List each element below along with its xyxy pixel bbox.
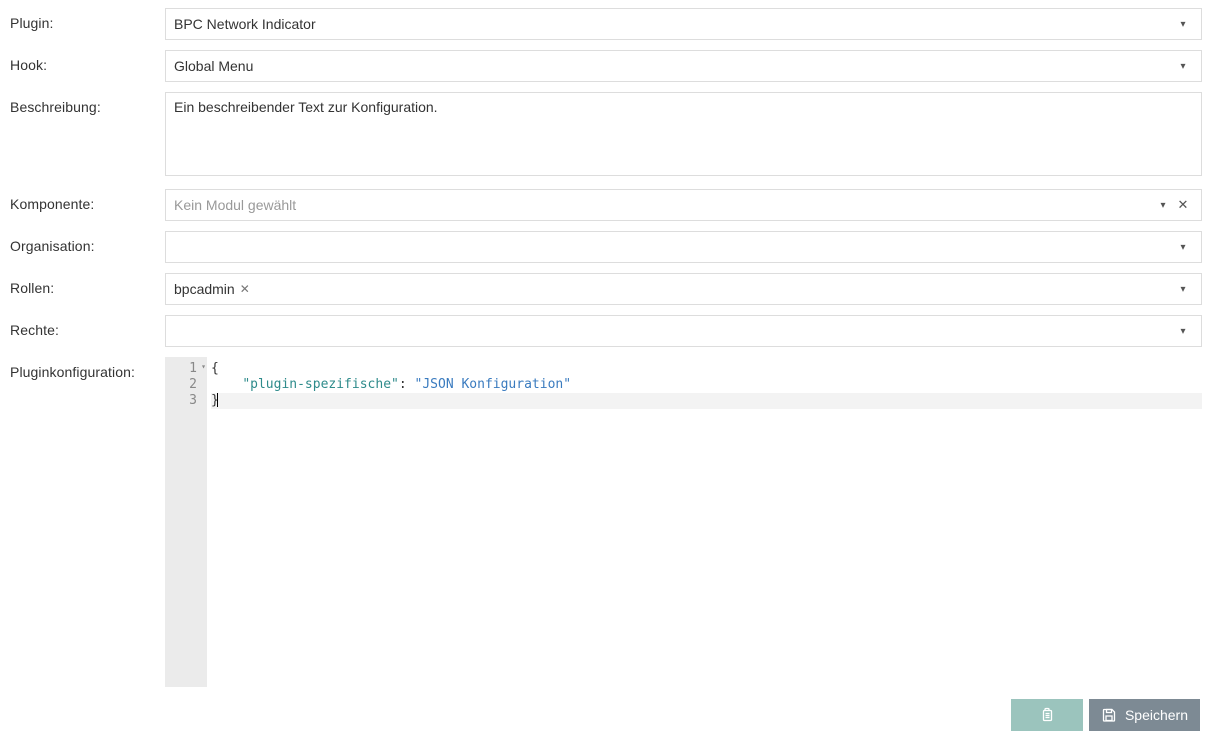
- rollen-tag-label: bpcadmin: [174, 281, 235, 297]
- chevron-down-icon[interactable]: ▾: [1173, 19, 1193, 30]
- label-pluginkonfiguration: Pluginkonfiguration:: [10, 357, 165, 687]
- line-number: 2: [165, 377, 197, 393]
- rechte-select[interactable]: ▾: [165, 315, 1202, 347]
- code-line: "plugin-spezifische": "JSON Konfiguratio…: [211, 377, 1202, 393]
- editor-cursor: [217, 393, 218, 407]
- hook-select[interactable]: Global Menu ▾: [165, 50, 1202, 82]
- label-beschreibung: Beschreibung:: [10, 92, 165, 179]
- editor-gutter: 1 2 3 ▾: [165, 357, 207, 687]
- komponente-placeholder: Kein Modul gewählt: [174, 197, 1153, 213]
- chevron-down-icon[interactable]: ▾: [1173, 326, 1193, 337]
- line-number: 1: [165, 361, 197, 377]
- fold-icon[interactable]: ▾: [201, 362, 206, 371]
- label-rollen: Rollen:: [10, 273, 165, 305]
- clear-icon[interactable]: ✕: [1173, 197, 1193, 213]
- plugin-select[interactable]: BPC Network Indicator ▾: [165, 8, 1202, 40]
- tag-remove-icon[interactable]: ✕: [240, 282, 250, 296]
- save-icon: [1101, 707, 1117, 723]
- code-line: {: [211, 361, 1202, 377]
- row-rollen: Rollen: bpcadmin ✕ ▾: [10, 273, 1202, 305]
- organisation-select[interactable]: ▾: [165, 231, 1202, 263]
- row-pluginkonfiguration: Pluginkonfiguration: 1 2 3 ▾ { "plugin-s…: [10, 357, 1202, 687]
- editor-code[interactable]: { "plugin-spezifische": "JSON Konfigurat…: [207, 357, 1202, 687]
- clipboard-icon: [1039, 707, 1055, 723]
- beschreibung-textarea[interactable]: [165, 92, 1202, 176]
- row-komponente: Komponente: Kein Modul gewählt ▾ ✕: [10, 189, 1202, 221]
- rollen-tagfield[interactable]: bpcadmin ✕ ▾: [165, 273, 1202, 305]
- config-form: Plugin: BPC Network Indicator ▾ Hook: Gl…: [0, 0, 1212, 687]
- chevron-down-icon[interactable]: ▾: [1153, 200, 1173, 211]
- rollen-tag: bpcadmin ✕: [174, 281, 250, 297]
- plugin-value: BPC Network Indicator: [174, 16, 1173, 32]
- line-number: 3: [165, 393, 197, 409]
- hook-value: Global Menu: [174, 58, 1173, 74]
- save-button-label: Speichern: [1125, 707, 1188, 723]
- label-plugin: Plugin:: [10, 8, 165, 40]
- label-komponente: Komponente:: [10, 189, 165, 221]
- chevron-down-icon[interactable]: ▾: [1173, 284, 1193, 295]
- komponente-select[interactable]: Kein Modul gewählt ▾ ✕: [165, 189, 1202, 221]
- chevron-down-icon[interactable]: ▾: [1173, 61, 1193, 72]
- footer-toolbar: Speichern: [1011, 699, 1200, 731]
- row-rechte: Rechte: ▾: [10, 315, 1202, 347]
- row-hook: Hook: Global Menu ▾: [10, 50, 1202, 82]
- row-plugin: Plugin: BPC Network Indicator ▾: [10, 8, 1202, 40]
- code-line: }: [211, 393, 1202, 409]
- json-editor[interactable]: 1 2 3 ▾ { "plugin-spezifische": "JSON Ko…: [165, 357, 1202, 687]
- chevron-down-icon[interactable]: ▾: [1173, 242, 1193, 253]
- label-rechte: Rechte:: [10, 315, 165, 347]
- row-beschreibung: Beschreibung:: [10, 92, 1202, 179]
- row-organisation: Organisation: ▾: [10, 231, 1202, 263]
- label-organisation: Organisation:: [10, 231, 165, 263]
- save-button[interactable]: Speichern: [1089, 699, 1200, 731]
- copy-button[interactable]: [1011, 699, 1083, 731]
- label-hook: Hook:: [10, 50, 165, 82]
